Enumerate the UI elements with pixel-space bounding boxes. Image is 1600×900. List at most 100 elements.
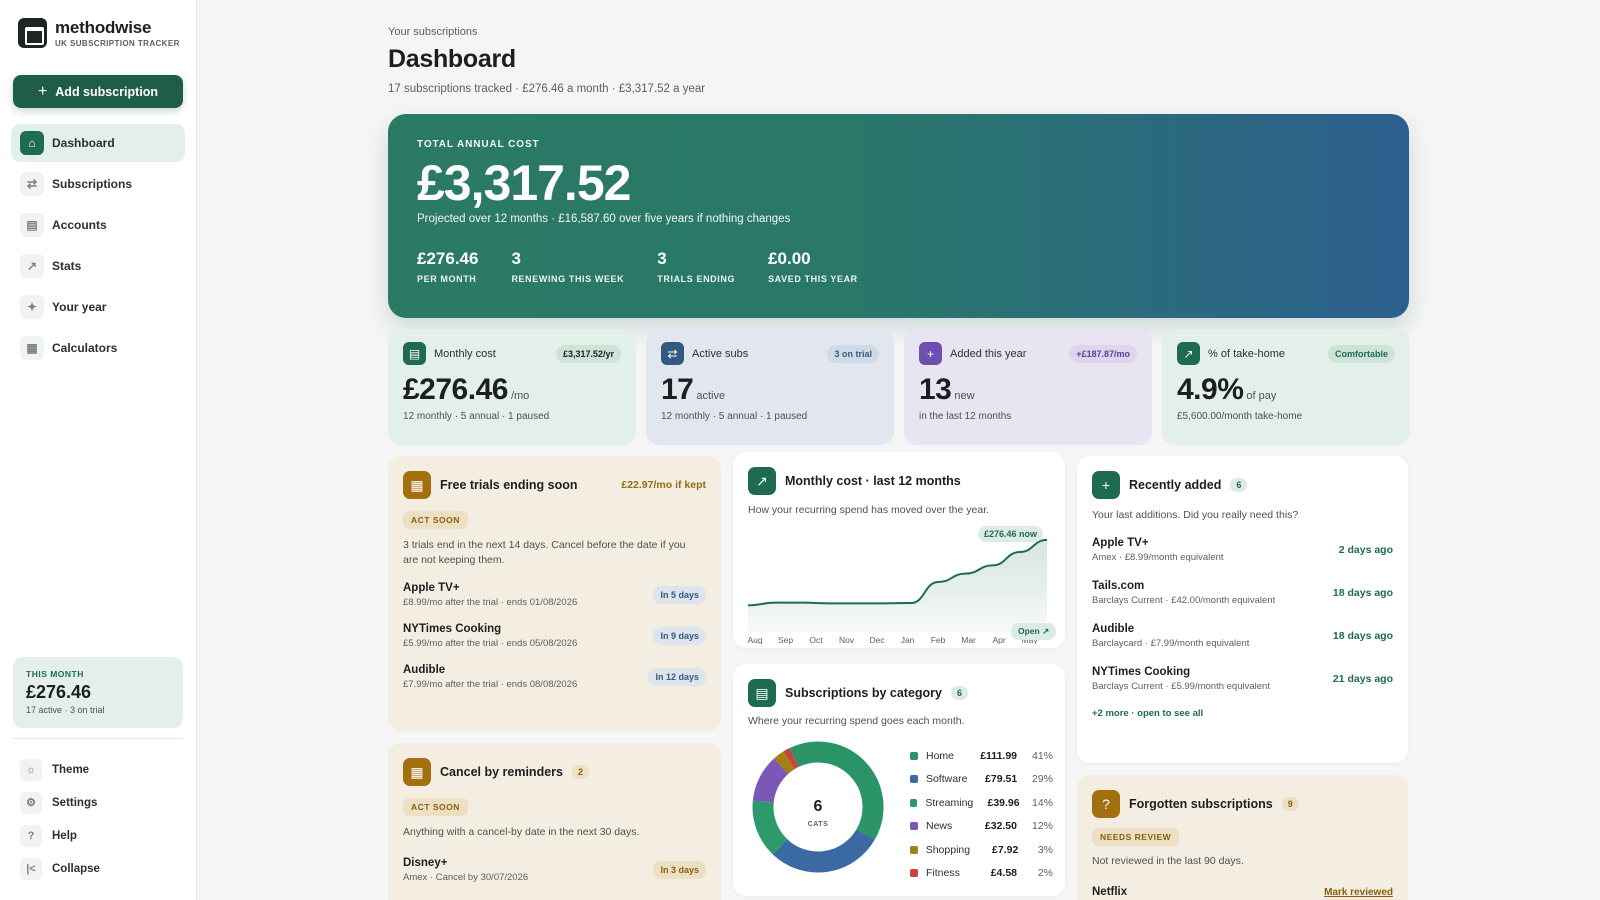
recent-name: Tails.com	[1092, 580, 1145, 592]
kpi-take-home[interactable]: ↗ % of take-home Comfortable 4.9% of pay …	[1162, 329, 1410, 445]
needs-review-tag: NEEDS REVIEW	[1092, 828, 1180, 846]
reminder-sub: Amex · Cancel by 30/07/2026	[403, 872, 529, 883]
card-description: Your last additions. Did you really need…	[1092, 509, 1299, 521]
kpi-title: Monthly cost	[434, 347, 496, 360]
mark-reviewed-link[interactable]: Mark reviewed	[1324, 887, 1393, 898]
legend-value: £111.99	[980, 749, 1017, 762]
hero-stat-value: £0.00	[768, 249, 811, 268]
x-tick-label: Aug	[747, 635, 762, 644]
list-item[interactable]: NYTimes Cooking £5.99/mo after the trial …	[403, 623, 706, 649]
count-badge: 6	[950, 686, 968, 700]
legend-item-home: Home £111.99 41%	[910, 744, 1053, 768]
add-subscription-label: Add subscription	[55, 84, 159, 99]
legend-percent: 2%	[1037, 867, 1053, 880]
kpi-value: £276.46	[403, 373, 508, 406]
sidebar-item-settings[interactable]: ⚙ Settings	[20, 786, 180, 819]
sidebar-item-label: Your year	[52, 300, 107, 314]
donut-slice-home	[789, 741, 884, 840]
sidebar-item-label: Calculators	[52, 341, 118, 355]
card-title: Recently added	[1129, 478, 1222, 492]
list-item[interactable]: Apple TV+ £8.99/mo after the trial · ends…	[403, 582, 706, 608]
act-soon-tag: ACT SOON	[403, 511, 468, 529]
x-tick-label: Nov	[839, 635, 855, 644]
kpi-monthly-cost[interactable]: ▤ Monthly cost £3,317.52/yr £276.46/mo 1…	[388, 329, 636, 445]
recently-added-card[interactable]: + Recently added 6 Your last additions. …	[1077, 456, 1408, 763]
recent-sub: Barclays Current · £5.99/month equivalen…	[1092, 681, 1270, 692]
trial-sub: £5.99/mo after the trial · ends 05/08/20…	[403, 638, 578, 649]
card-description: Anything with a cancel-by date in the ne…	[403, 826, 640, 838]
sidebar-item-help[interactable]: ? Help	[20, 819, 180, 852]
legend-item-software: Software £79.51 29%	[910, 768, 1053, 792]
list-item[interactable]: Audible £7.99/mo after the trial · ends 0…	[403, 664, 706, 690]
sparkle-icon: ✦	[20, 295, 44, 319]
sidebar-item-collapse[interactable]: |< Collapse	[20, 852, 180, 885]
recent-when: 21 days ago	[1332, 673, 1393, 685]
trial-sub: £8.99/mo after the trial · ends 01/08/20…	[403, 597, 578, 608]
sidebar-item-calculators[interactable]: ▦ Calculators	[11, 329, 185, 367]
hero-stat-value: 3	[657, 249, 667, 268]
calendar-icon: ▦	[403, 758, 431, 786]
kpi-added-this-year[interactable]: + Added this year +£187.87/mo 13 new in t…	[904, 329, 1152, 445]
legend-name: Shopping	[925, 843, 971, 856]
area-fill	[748, 539, 1047, 632]
hero-stat-saved: £0.00 SAVED THIS YEAR	[768, 249, 858, 284]
recent-sub: Barclaycard · £7.99/month equivalent	[1092, 638, 1250, 649]
sidebar-item-label: Settings	[52, 796, 98, 809]
wallet-icon: ▤	[748, 679, 776, 707]
page-title: Dashboard	[388, 45, 516, 73]
donut-slice-shopping	[774, 751, 795, 775]
sidebar-item-accounts[interactable]: ▤ Accounts	[11, 206, 185, 244]
monthly-cost-chart-card[interactable]: ↗ Monthly cost · last 12 months How your…	[733, 452, 1065, 648]
sidebar-item-label: Help	[52, 829, 77, 842]
legend-item-shopping: Shopping £7.92 3%	[910, 838, 1053, 862]
sidebar-item-your-year[interactable]: ✦ Your year	[11, 288, 185, 326]
forgotten-card[interactable]: ? Forgotten subscriptions 9 NEEDS REVIEW…	[1077, 775, 1408, 900]
list-item[interactable]: NYTimes Cooking Barclays Current · £5.99/…	[1092, 666, 1393, 692]
hero-stats: £276.46 PER MONTH 3 RENEWING THIS WEEK 3…	[417, 249, 1380, 284]
sidebar-item-dashboard[interactable]: ⌂ Dashboard	[11, 124, 185, 162]
kpi-unit: /mo	[510, 390, 530, 402]
list-item[interactable]: Netflix Mark reviewed	[1092, 886, 1393, 898]
free-trials-card[interactable]: ▦ Free trials ending soon £22.97/mo if k…	[388, 456, 721, 731]
calendar-icon: ▦	[403, 471, 431, 499]
sidebar-nav: ⌂ Dashboard ⇄ Subscriptions ▤ Accounts ↗…	[11, 124, 185, 370]
list-item[interactable]: Disney+ Amex · Cancel by 30/07/2026 In 3 …	[403, 857, 706, 883]
hero-value: £3,317.52	[417, 155, 631, 211]
trend-icon: ↗	[1177, 342, 1200, 365]
wallet-icon: ▤	[403, 342, 426, 365]
trial-name: Apple TV+	[403, 582, 460, 594]
x-tick-label: Apr	[992, 635, 1005, 644]
recent-sub: Barclays Current · £42.00/month equivale…	[1092, 595, 1276, 606]
sidebar-item-stats[interactable]: ↗ Stats	[11, 247, 185, 285]
days-left-pill: In 5 days	[653, 586, 706, 604]
kpi-active-subs[interactable]: ⇄ Active subs 3 on trial 17 active 12 mon…	[646, 329, 894, 445]
see-all-link[interactable]: +2 more · open to see all	[1092, 708, 1393, 719]
category-card[interactable]: ▤ Subscriptions by category 6 Where your…	[733, 664, 1065, 896]
count-badge: 6	[1230, 478, 1248, 492]
x-tick-label: Jan	[901, 635, 915, 644]
brand[interactable]: methodwise UK SUBSCRIPTION TRACKER	[18, 18, 180, 48]
kpi-badge: £3,317.52/yr	[555, 344, 621, 363]
category-donut-chart: 6 CATS	[752, 741, 884, 873]
list-item[interactable]: Tails.com Barclays Current · £42.00/month…	[1092, 580, 1393, 606]
card-title: Free trials ending soon	[440, 478, 578, 492]
legend-swatch	[910, 822, 918, 831]
calculator-icon: ▦	[20, 336, 44, 360]
plus-icon: +	[1092, 471, 1120, 499]
x-tick-label: Feb	[931, 635, 946, 644]
legend-value: £7.92	[992, 843, 1019, 856]
sidebar-item-theme[interactable]: ☼ Theme	[20, 753, 180, 786]
sidebar-item-subscriptions[interactable]: ⇄ Subscriptions	[11, 165, 185, 203]
open-chart-button[interactable]: Open ↗	[1011, 623, 1057, 640]
add-subscription-button[interactable]: + Add subscription	[13, 75, 183, 108]
sidebar-item-label: Collapse	[52, 862, 100, 875]
trial-name: NYTimes Cooking	[403, 623, 502, 635]
recent-when: 18 days ago	[1332, 630, 1393, 642]
list-item[interactable]: Audible Barclaycard · £7.99/month equival…	[1092, 623, 1393, 649]
card-title: Monthly cost · last 12 months	[785, 474, 961, 488]
legend-item-streaming: Streaming £39.96 14%	[910, 791, 1053, 815]
cancel-reminders-card[interactable]: ▦ Cancel by reminders 2 ACT SOON Anythin…	[388, 743, 721, 900]
list-item[interactable]: Apple TV+ Amex · £8.99/month equivalent 2…	[1092, 537, 1393, 563]
x-tick-label: Sep	[778, 635, 793, 644]
card-title: Forgotten subscriptions	[1129, 797, 1273, 811]
